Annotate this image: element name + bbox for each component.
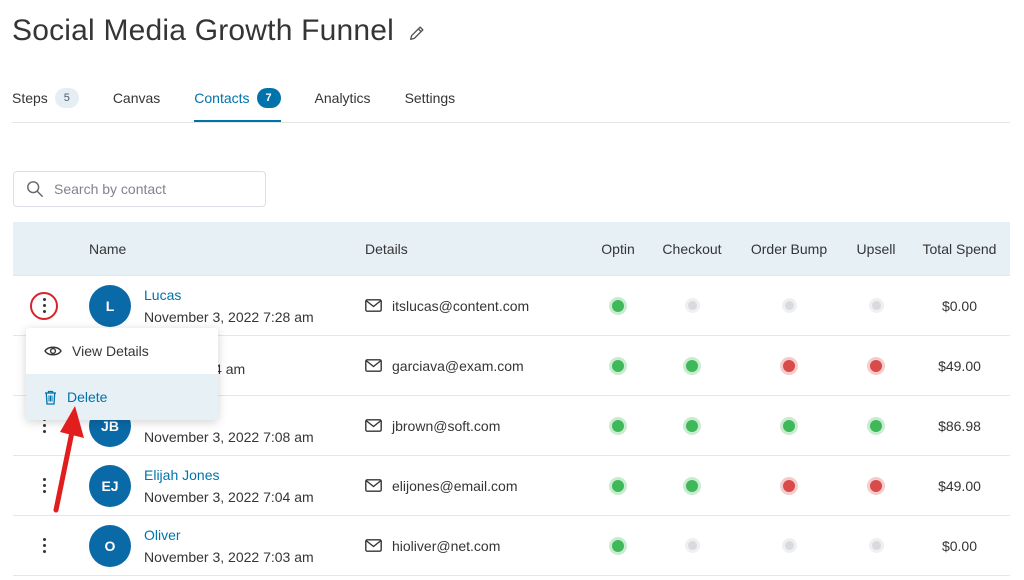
tab-label: Contacts [194, 89, 250, 106]
contact-email: garciava@exam.com [392, 357, 524, 374]
avatar: EJ [89, 464, 131, 507]
upsell-status-dot [871, 301, 881, 310]
envelope-icon [365, 479, 382, 492]
contact-email: hioliver@net.com [392, 537, 501, 554]
col-details: Details [365, 240, 408, 257]
search-input[interactable] [52, 180, 246, 198]
eye-icon [44, 346, 62, 356]
col-optin: Optin [601, 240, 635, 257]
optin-status-dot [612, 419, 624, 432]
count-badge: 5 [54, 87, 79, 108]
contact-name-link[interactable]: Oliver [144, 527, 314, 543]
order-bump-status-dot [784, 301, 794, 310]
col-name: Name [89, 240, 127, 257]
tab-label: Analytics [314, 89, 371, 106]
order-bump-status-dot [784, 541, 794, 550]
contact-email: itslucas@content.com [392, 297, 530, 314]
table-row: EJ Elijah Jones November 3, 2022 7:04 am… [13, 456, 1010, 516]
total-spend: $0.00 [941, 297, 978, 314]
contact-name-link[interactable]: Lucas [144, 287, 314, 303]
col-order-bump: Order Bump [750, 240, 828, 257]
tab-settings[interactable]: Settings [405, 74, 456, 121]
table-row: O Oliver November 3, 2022 7:03 am hioliv… [13, 516, 1010, 576]
optin-status-dot [612, 539, 624, 552]
contact-date: November 3, 2022 7:04 am [144, 488, 314, 505]
col-checkout: Checkout [662, 240, 722, 257]
order-bump-status-dot [783, 479, 795, 492]
count-badge: 7 [256, 87, 281, 108]
tab-canvas[interactable]: Canvas [113, 74, 160, 121]
upsell-status-dot [870, 479, 882, 492]
row-menu-icon[interactable] [34, 536, 54, 556]
contact-email: jbrown@soft.com [392, 417, 501, 434]
page-title: Social Media Growth Funnel [12, 14, 395, 47]
total-spend: $49.00 [938, 357, 981, 374]
tab-steps[interactable]: Steps 5 [12, 74, 79, 121]
order-bump-status-dot [783, 419, 795, 432]
tab-label: Settings [404, 89, 456, 106]
row-menu-icon[interactable] [30, 291, 58, 320]
contact-date: November 3, 2022 7:08 am [144, 428, 314, 445]
envelope-icon [365, 359, 382, 372]
envelope-icon [365, 419, 382, 432]
total-spend: $0.00 [941, 537, 978, 554]
page-title-wrap: Social Media Growth Funnel [12, 14, 426, 48]
col-total-spend: Total Spend [922, 240, 997, 257]
tab-analytics[interactable]: Analytics [315, 74, 371, 121]
delete-label: Delete [67, 389, 108, 405]
avatar: L [89, 284, 131, 327]
checkout-status-dot [686, 419, 698, 432]
checkout-status-dot [687, 541, 697, 550]
pencil-icon[interactable] [408, 24, 426, 42]
contact-email: elijones@email.com [392, 477, 518, 494]
contact-name-link[interactable]: Elijah Jones [144, 467, 314, 483]
search-icon [27, 181, 43, 197]
checkout-status-dot [686, 479, 698, 492]
trash-icon [45, 390, 56, 405]
total-spend: $86.98 [938, 417, 981, 434]
checkout-status-dot [686, 359, 698, 372]
envelope-icon [365, 299, 382, 312]
upsell-status-dot [870, 419, 882, 432]
upsell-status-dot [870, 359, 882, 372]
checkout-status-dot [687, 301, 697, 310]
upsell-status-dot [871, 541, 881, 550]
tab-bar: Steps 5 Canvas Contacts 7 Analytics Sett… [12, 74, 1010, 123]
view-details-menu-item[interactable]: View Details [26, 328, 218, 374]
view-details-label: View Details [72, 343, 149, 359]
contact-date: November 3, 2022 7:28 am [144, 308, 314, 325]
search-box [13, 171, 266, 207]
avatar: O [89, 524, 131, 567]
annotation-arrow-icon [53, 406, 84, 513]
table-header: Name Details Optin Checkout Order Bump U… [13, 222, 1010, 276]
envelope-icon [365, 539, 382, 552]
contact-date: November 3, 2022 7:03 am [144, 548, 314, 565]
total-spend: $49.00 [938, 477, 981, 494]
optin-status-dot [612, 479, 624, 492]
col-upsell: Upsell [856, 240, 896, 257]
tab-label: Canvas [112, 89, 161, 106]
optin-status-dot [612, 359, 624, 372]
optin-status-dot [612, 299, 624, 312]
tab-contacts[interactable]: Contacts 7 [194, 74, 281, 122]
tab-label: Steps [12, 89, 48, 106]
table-row: L Lucas November 3, 2022 7:28 am itsluca… [13, 276, 1010, 336]
order-bump-status-dot [783, 359, 795, 372]
